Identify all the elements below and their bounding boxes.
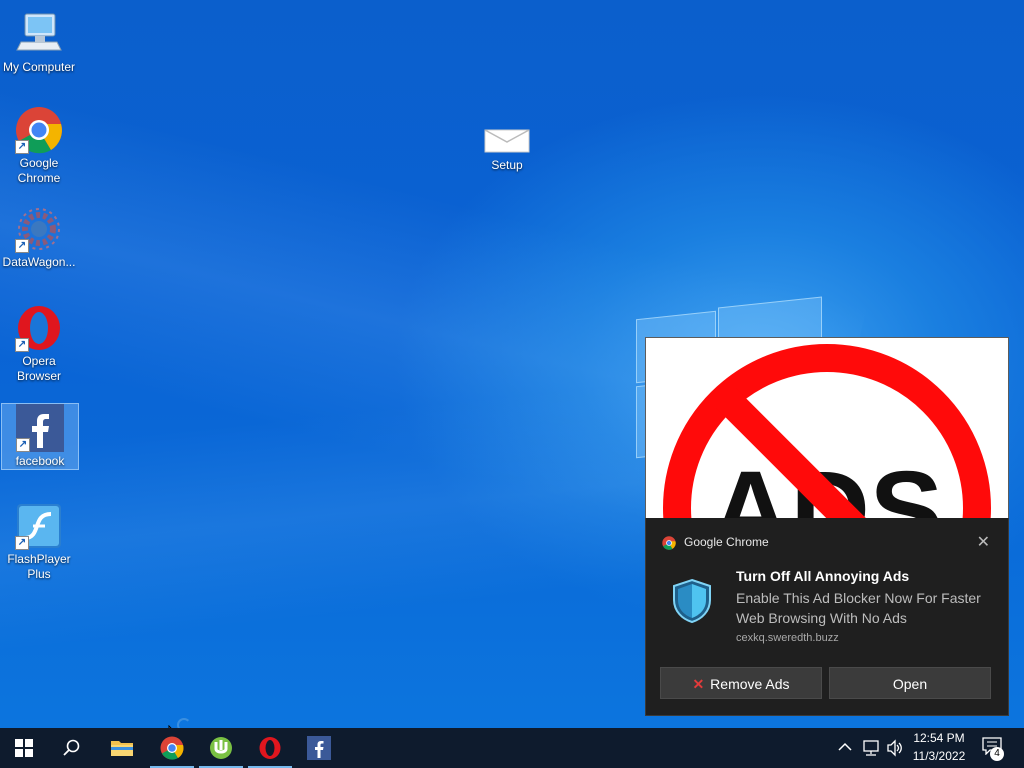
facebook-icon xyxy=(307,736,331,760)
remove-ads-label: Remove Ads xyxy=(710,676,790,692)
chrome-icon: ↗ xyxy=(15,106,63,154)
facebook-desktop-icon[interactable]: ↗ facebook xyxy=(1,403,79,470)
shortcut-arrow-icon: ↗ xyxy=(15,536,29,550)
taskbar-file-explorer[interactable] xyxy=(98,728,146,768)
notification-hero-image[interactable]: ADS xyxy=(645,337,1009,520)
shield-icon xyxy=(672,578,712,624)
taskbar-chrome[interactable] xyxy=(148,728,196,768)
shortcut-arrow-icon: ↗ xyxy=(15,338,29,352)
computer-icon xyxy=(15,10,63,58)
shortcut-arrow-icon: ↗ xyxy=(16,438,30,452)
start-button[interactable] xyxy=(0,728,48,768)
shortcut-arrow-icon: ↗ xyxy=(15,239,29,253)
notification-body: Enable This Ad Blocker Now For Faster We… xyxy=(736,590,981,626)
file-explorer-icon xyxy=(111,741,133,756)
close-icon[interactable]: ✕ xyxy=(977,532,990,552)
utorrent-icon xyxy=(210,737,232,759)
no-ads-image: ADS xyxy=(663,344,991,519)
network-icon[interactable] xyxy=(862,740,880,761)
volume-icon[interactable] xyxy=(886,739,904,762)
chrome-icon xyxy=(160,736,184,760)
chrome-notification-toast[interactable]: Google Chrome ✕ Turn Off All Annoying Ad… xyxy=(645,518,1009,716)
clock-time[interactable]: 12:54 PM xyxy=(906,731,972,745)
shortcut-arrow-icon: ↗ xyxy=(15,140,29,154)
icon-label: FlashPlayer Plus xyxy=(7,552,71,581)
open-label: Open xyxy=(892,676,928,692)
notification-source: cexkq.sweredth.buzz xyxy=(736,632,839,644)
notification-title: Turn Off All Annoying Ads xyxy=(736,568,910,584)
action-center-button[interactable]: 4 xyxy=(982,737,1008,761)
start-icon xyxy=(15,739,33,757)
remove-ads-button[interactable]: ✕ Remove Ads xyxy=(660,667,822,699)
clock-date[interactable]: 11/3/2022 xyxy=(906,749,972,763)
my-computer-desktop-icon[interactable]: My Computer xyxy=(1,10,77,75)
taskbar-utorrent[interactable] xyxy=(197,728,245,768)
flashplayer-plus-desktop-icon[interactable]: ↗ FlashPlayer Plus xyxy=(1,502,77,582)
flash-icon: ↗ xyxy=(15,502,63,550)
open-button[interactable]: Open xyxy=(829,667,991,699)
icon-label: facebook xyxy=(15,454,65,468)
setup-file-icon xyxy=(483,126,531,156)
taskbar-facebook[interactable] xyxy=(295,728,343,768)
taskbar[interactable]: 12:54 PM 11/3/2022 4 xyxy=(0,728,1024,768)
red-x-icon: ✕ xyxy=(692,676,705,692)
icon-label: DataWagon... xyxy=(2,255,76,269)
chrome-icon xyxy=(662,536,676,550)
taskbar-opera[interactable] xyxy=(246,728,294,768)
datawagon-icon: ↗ xyxy=(15,205,63,253)
icon-label: Google Chrome xyxy=(17,156,61,185)
google-chrome-desktop-icon[interactable]: ↗ Google Chrome xyxy=(1,106,77,186)
chevron-up-icon[interactable] xyxy=(838,740,852,755)
opera-icon: ↗ xyxy=(15,304,63,352)
icon-label: My Computer xyxy=(2,60,76,74)
icon-label: Opera Browser xyxy=(16,354,61,383)
notification-app-name: Google Chrome xyxy=(684,535,769,549)
facebook-icon: ↗ xyxy=(16,404,64,452)
opera-icon xyxy=(259,737,281,759)
icon-label: Setup xyxy=(491,158,523,172)
search-icon xyxy=(63,739,80,756)
setup-desktop-icon[interactable]: Setup xyxy=(469,126,545,173)
datawagon-desktop-icon[interactable]: ↗ DataWagon... xyxy=(1,205,77,270)
search-button[interactable] xyxy=(48,728,96,768)
opera-browser-desktop-icon[interactable]: ↗ Opera Browser xyxy=(1,304,77,384)
notification-count-badge: 4 xyxy=(990,747,1004,761)
